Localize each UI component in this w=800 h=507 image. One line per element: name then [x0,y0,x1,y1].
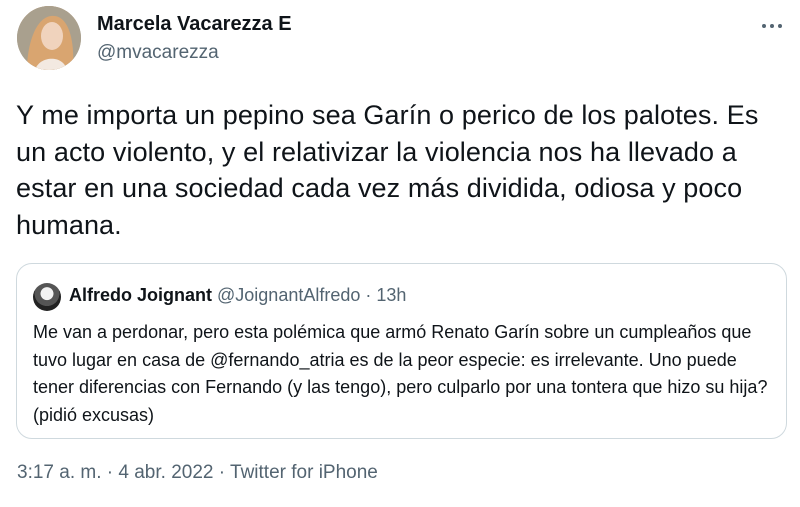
quoted-tweet-header: Alfredo Joignant @JoignantAlfredo · 13h [69,285,406,306]
author-handle[interactable]: @mvacarezza [97,42,219,64]
separator-dot: · [218,462,226,483]
tweet-time[interactable]: 3:17 a. m. [17,462,102,483]
tweet-metadata: 3:17 a. m. · 4 abr. 2022 · Twitter for i… [17,462,378,484]
tweet-source[interactable]: Twitter for iPhone [230,462,378,483]
separator-dot: · [106,462,114,483]
quoted-author-avatar[interactable] [33,283,61,311]
quoted-tweet[interactable]: Alfredo Joignant @JoignantAlfredo · 13h … [16,263,787,439]
quoted-author-name[interactable]: Alfredo Joignant [69,285,212,305]
quoted-author-handle[interactable]: @JoignantAlfredo [217,285,360,305]
profile-photo-icon [17,6,81,70]
tweet-card: Marcela Vacarezza E @mvacarezza Y me imp… [0,0,800,507]
quoted-tweet-text: Me van a perdonar, pero esta polémica qu… [33,322,768,425]
tweet-date[interactable]: 4 abr. 2022 [118,462,213,483]
quoted-tweet-time[interactable]: 13h [376,285,406,305]
author-name[interactable]: Marcela Vacarezza E [97,13,292,36]
author-avatar[interactable] [17,6,81,70]
separator-dot: · [365,285,372,305]
tweet-text: Y me importa un pepino sea Garín o peric… [16,100,759,240]
more-options-icon[interactable] [758,12,786,40]
